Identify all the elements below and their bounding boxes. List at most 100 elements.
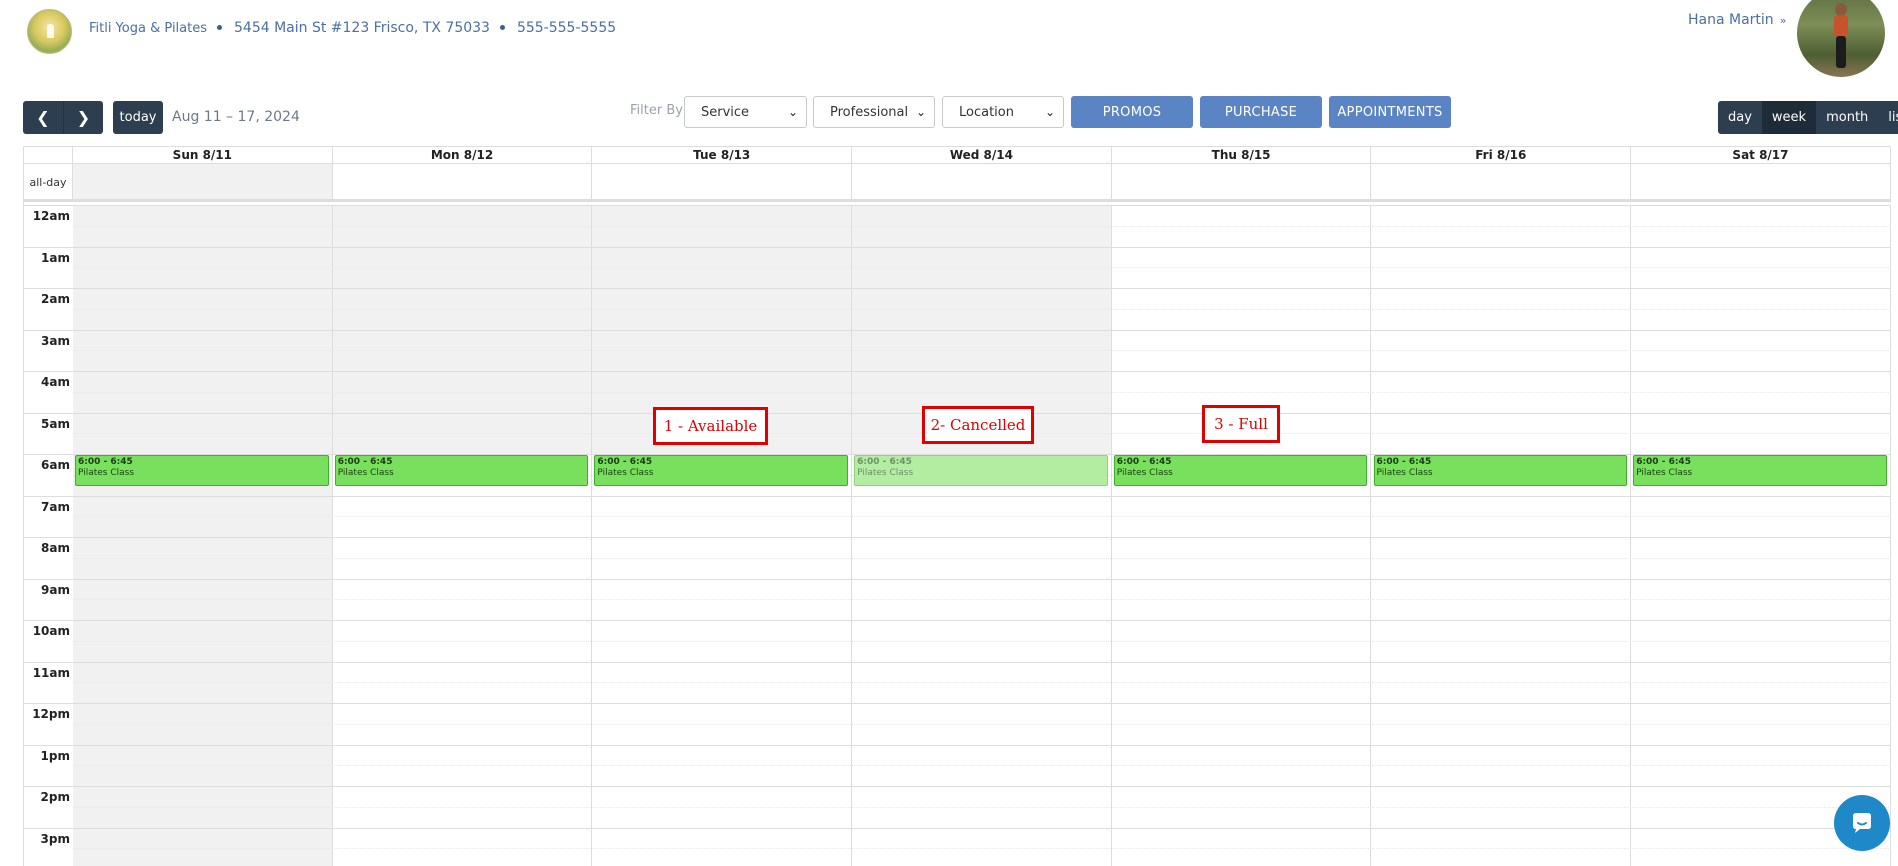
half-hour-line — [73, 848, 1891, 850]
hour-label: 2am — [41, 292, 70, 306]
all-day-cell[interactable] — [73, 164, 333, 199]
hour-line — [24, 827, 1891, 829]
hour-label: 6am — [41, 458, 70, 472]
day-header-fri: Fri 8/16 — [1371, 147, 1632, 163]
location-select[interactable]: Location ⌄ — [942, 96, 1064, 128]
all-day-label: all-day — [24, 164, 73, 199]
calendar-event[interactable]: 6:00 - 6:45 Pilates Class — [1113, 455, 1368, 486]
half-hour-line — [73, 350, 1891, 352]
promos-button[interactable]: PROMOS — [1071, 96, 1193, 128]
hour-line — [24, 578, 1891, 580]
week-calendar: Sun 8/11 Mon 8/12 Tue 8/13 Wed 8/14 Thu … — [23, 146, 1891, 866]
annotation-available: 1 - Available — [653, 407, 768, 445]
calendar-event[interactable]: 6:00 - 6:45 Pilates Class — [1373, 455, 1628, 486]
day-header-mon: Mon 8/12 — [333, 147, 593, 163]
chevron-down-icon: ⌄ — [915, 105, 926, 119]
business-info: Fitli Yoga & Pilates 5454 Main St #123 Fr… — [89, 20, 616, 36]
prev-next-group: ❮ ❯ — [23, 101, 103, 134]
day-column[interactable] — [1112, 205, 1372, 866]
event-time: 6:00 - 6:45 — [78, 457, 133, 467]
hour-label: 2pm — [40, 790, 70, 804]
hour-line — [24, 495, 1891, 497]
half-hour-line — [73, 599, 1891, 601]
event-time: 6:00 - 6:45 — [337, 457, 393, 467]
business-logo[interactable] — [27, 9, 72, 54]
day-header-thu: Thu 8/15 — [1112, 147, 1372, 163]
all-day-cell[interactable] — [1371, 164, 1632, 199]
prev-week-button[interactable]: ❮ — [23, 101, 63, 134]
day-header-sun: Sun 8/11 — [73, 147, 333, 163]
hour-label: 11am — [32, 665, 70, 680]
half-hour-line — [73, 267, 1891, 269]
professional-select[interactable]: Professional ⌄ — [813, 96, 935, 128]
day-column[interactable] — [1372, 205, 1632, 866]
day-column[interactable] — [592, 205, 853, 866]
half-hour-line — [73, 225, 1891, 227]
day-header-tue: Tue 8/13 — [592, 147, 853, 163]
hour-line — [24, 288, 1891, 289]
day-column[interactable] — [852, 205, 1112, 866]
hour-label: 3pm — [40, 831, 70, 846]
hour-label: 5am — [41, 416, 70, 431]
half-hour-line — [73, 640, 1891, 642]
half-hour-line — [73, 308, 1891, 310]
view-week-button[interactable]: week — [1761, 101, 1817, 134]
chat-icon — [1853, 813, 1871, 833]
today-button[interactable]: today — [113, 101, 163, 134]
chevron-left-icon: ❮ — [36, 108, 50, 127]
view-day-button[interactable]: day — [1718, 101, 1762, 134]
half-hour-line — [73, 516, 1891, 518]
hour-line — [24, 537, 1891, 538]
all-day-cell[interactable] — [592, 164, 853, 199]
hour-label: 8am — [41, 541, 70, 555]
filter-label: Filter By — [630, 103, 683, 118]
hour-line — [24, 744, 1891, 746]
event-time: 6:00 - 6:45 — [1636, 457, 1691, 467]
half-hour-line — [73, 391, 1891, 393]
event-time: 6:00 - 6:45 — [1116, 457, 1172, 467]
calendar-event[interactable]: 6:00 - 6:45 Pilates Class — [594, 455, 849, 486]
all-day-cell[interactable] — [1112, 164, 1372, 199]
double-chevron-down-icon[interactable]: » — [1780, 14, 1787, 27]
separator-dot-icon — [217, 25, 222, 30]
all-day-cell[interactable] — [852, 164, 1112, 199]
hour-label: 3am — [41, 333, 70, 348]
user-menu[interactable]: Hana Martin » — [1688, 12, 1786, 28]
time-grid[interactable]: 12am 1am 2am 3am 4am 5am 6am 7am 8am 9am 10am 11am 1… — [24, 205, 1891, 866]
day-header-wed: Wed 8/14 — [852, 147, 1112, 163]
day-column[interactable] — [332, 205, 593, 866]
purchase-button[interactable]: PURCHASE — [1200, 96, 1322, 128]
event-title: Pilates Class — [1116, 468, 1173, 478]
annotation-cancelled: 2- Cancelled — [922, 406, 1034, 444]
annotation-full: 3 - Full — [1202, 405, 1280, 443]
hour-line — [24, 205, 1891, 206]
calendar-event[interactable]: 6:00 - 6:45 Pilates Class — [1633, 455, 1887, 486]
event-title: Pilates Class — [1636, 468, 1693, 478]
calendar-event[interactable]: 6:00 - 6:45 Pilates Class — [854, 455, 1108, 486]
business-address: 5454 Main St #123 Frisco, TX 75033 — [234, 20, 490, 36]
half-hour-line — [73, 682, 1891, 684]
half-hour-line — [73, 557, 1891, 559]
next-week-button[interactable]: ❯ — [63, 101, 103, 134]
all-day-cell[interactable] — [1631, 164, 1891, 199]
service-select[interactable]: Service ⌄ — [684, 96, 807, 128]
hour-line — [24, 246, 1891, 248]
date-range: Aug 11 – 17, 2024 — [172, 109, 300, 125]
hour-line — [24, 620, 1891, 621]
event-title: Pilates Class — [857, 468, 914, 478]
appointments-button[interactable]: APPOINTMENTS — [1329, 96, 1451, 128]
day-header-sat: Sat 8/17 — [1631, 147, 1891, 163]
chat-bubble-icon[interactable] — [1834, 795, 1890, 851]
avatar[interactable] — [1797, 0, 1885, 77]
view-month-button[interactable]: month — [1816, 101, 1878, 134]
day-column[interactable] — [1631, 205, 1891, 866]
user-name: Hana Martin — [1688, 12, 1774, 28]
day-column[interactable] — [73, 205, 333, 866]
hour-label: 9am — [41, 582, 70, 597]
hour-label: 4am — [41, 375, 70, 389]
all-day-cell[interactable] — [333, 164, 593, 199]
calendar-event[interactable]: 6:00 - 6:45 Pilates Class — [75, 455, 329, 486]
view-list-button[interactable]: list — [1878, 101, 1898, 134]
calendar-event[interactable]: 6:00 - 6:45 Pilates Class — [334, 455, 589, 486]
half-hour-line — [73, 723, 1891, 725]
